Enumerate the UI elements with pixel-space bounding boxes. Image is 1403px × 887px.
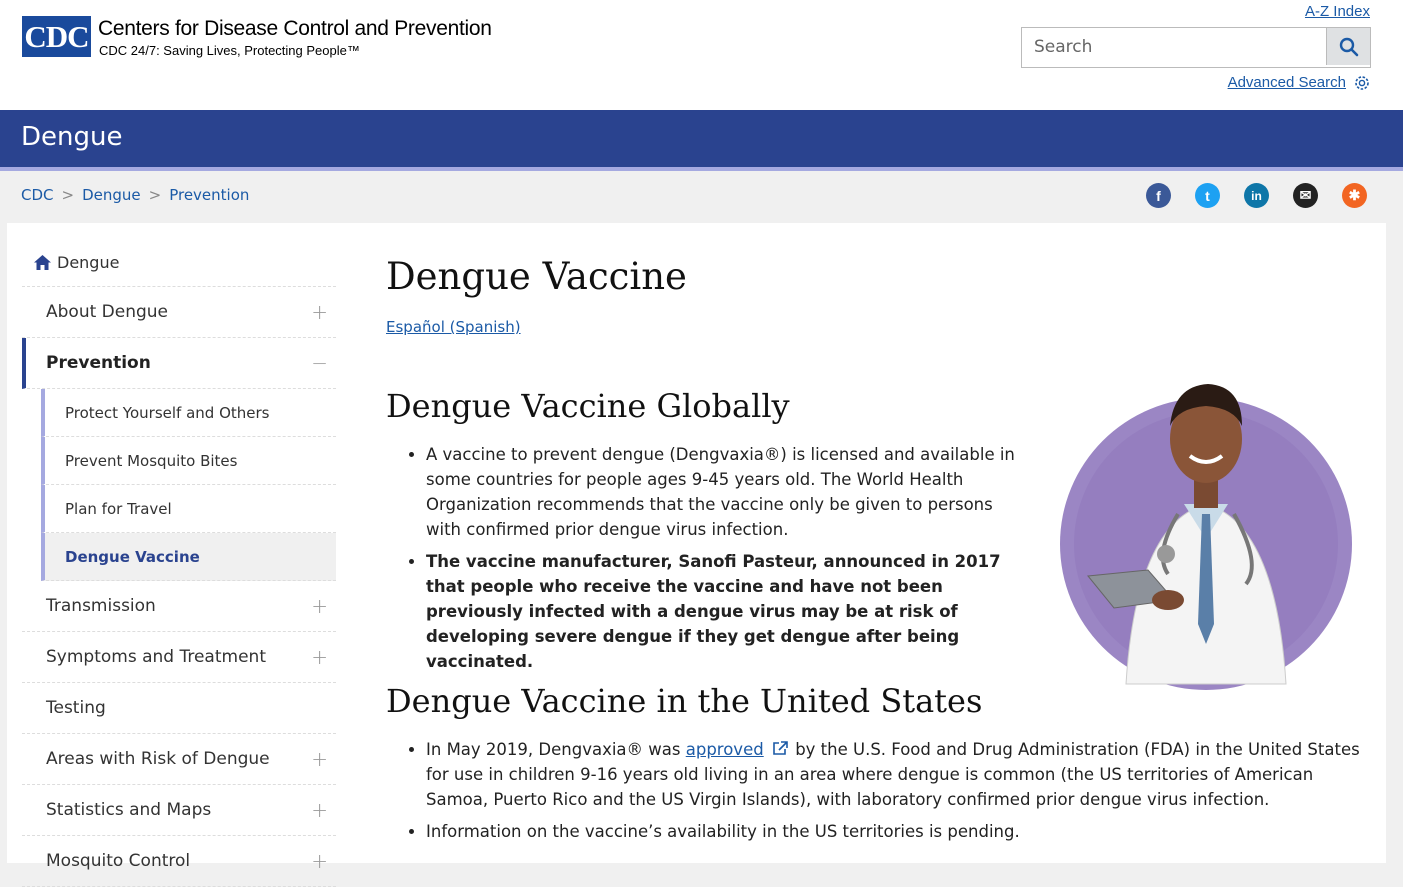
sidebar-subitem-label: Plan for Travel	[65, 499, 172, 518]
search-icon	[1339, 37, 1358, 56]
section-heading-united-states: Dengue Vaccine in the United States	[386, 682, 983, 720]
sidebar-item-about-dengue[interactable]: About Dengue +	[22, 287, 336, 338]
page-title: Dengue Vaccine	[386, 255, 687, 298]
sidebar-home-label: Dengue	[57, 252, 120, 272]
az-index-link[interactable]: A-Z Index	[1305, 3, 1370, 20]
list-item: Information on the vaccine’s availabilit…	[426, 819, 1376, 844]
site-tagline: CDC 24/7: Saving Lives, Protecting Peopl…	[99, 43, 360, 58]
advanced-search-link[interactable]: Advanced Search	[1228, 74, 1346, 91]
search-button[interactable]	[1326, 28, 1370, 65]
section-us-list: In May 2019, Dengvaxia® was approved by …	[386, 737, 1376, 851]
sidebar-subitem-label: Dengue Vaccine	[65, 547, 200, 566]
sidebar-subitem-prevent-mosquito-bites[interactable]: Prevent Mosquito Bites	[41, 437, 336, 485]
home-icon	[34, 254, 51, 270]
doctor-illustration	[1060, 384, 1352, 690]
collapse-icon[interactable]: −	[311, 351, 328, 375]
list-item: A vaccine to prevent dengue (Dengvaxia®)…	[426, 442, 1026, 542]
sidebar-item-label: Prevention	[46, 353, 151, 373]
breadcrumb-row: CDC > Dengue > Prevention f t in ✉ ✱	[0, 171, 1403, 223]
breadcrumb-dengue[interactable]: Dengue	[82, 186, 141, 204]
cdc-logo[interactable]: CDC	[22, 16, 91, 57]
sidebar-item-symptoms-treatment[interactable]: Symptoms and Treatment +	[22, 632, 336, 683]
sidebar-subitem-protect-yourself[interactable]: Protect Yourself and Others	[41, 389, 336, 437]
sidebar-item-label: Symptoms and Treatment	[46, 647, 266, 667]
syndicate-icon[interactable]: ✱	[1342, 183, 1367, 208]
sidebar-item-label: About Dengue	[46, 302, 169, 322]
sidebar-item-areas-risk[interactable]: Areas with Risk of Dengue +	[22, 734, 336, 785]
expand-icon[interactable]: +	[311, 300, 328, 324]
expand-icon[interactable]: +	[311, 645, 328, 669]
spanish-language-link[interactable]: Español (Spanish)	[386, 318, 521, 336]
side-navigation: Dengue About Dengue + Prevention − Prote…	[22, 238, 336, 887]
external-link-icon	[773, 741, 788, 755]
twitter-icon[interactable]: t	[1195, 183, 1220, 208]
expand-icon[interactable]: +	[311, 594, 328, 618]
site-header: CDC Centers for Disease Control and Prev…	[0, 0, 1403, 110]
gear-icon[interactable]	[1353, 74, 1371, 92]
sidebar-item-mosquito-control[interactable]: Mosquito Control +	[22, 836, 336, 887]
breadcrumb-cdc[interactable]: CDC	[21, 186, 54, 204]
breadcrumb: CDC > Dengue > Prevention	[21, 186, 249, 204]
sidebar-item-label: Mosquito Control	[46, 851, 191, 871]
sidebar-item-label: Statistics and Maps	[46, 800, 212, 820]
sidebar-subitem-label: Protect Yourself and Others	[65, 403, 270, 422]
section-globally-list: A vaccine to prevent dengue (Dengvaxia®)…	[386, 442, 1026, 681]
facebook-icon[interactable]: f	[1146, 183, 1171, 208]
expand-icon[interactable]: +	[311, 798, 328, 822]
topic-title[interactable]: Dengue	[21, 122, 122, 152]
sidebar-item-label: Transmission	[46, 596, 156, 616]
site-name[interactable]: Centers for Disease Control and Preventi…	[98, 17, 492, 41]
search-input[interactable]	[1022, 28, 1314, 65]
breadcrumb-separator: >	[61, 186, 75, 204]
sidebar-subitem-plan-for-travel[interactable]: Plan for Travel	[41, 485, 336, 533]
sidebar-item-label: Areas with Risk of Dengue	[46, 749, 270, 769]
sidebar-item-transmission[interactable]: Transmission +	[22, 581, 336, 632]
expand-icon[interactable]: +	[311, 747, 328, 771]
expand-icon[interactable]: +	[311, 849, 328, 873]
email-icon[interactable]: ✉	[1293, 183, 1318, 208]
linkedin-icon[interactable]: in	[1244, 183, 1269, 208]
section-heading-globally: Dengue Vaccine Globally	[386, 387, 790, 425]
sidebar-subitem-dengue-vaccine[interactable]: Dengue Vaccine	[41, 533, 336, 581]
list-item: In May 2019, Dengvaxia® was approved by …	[426, 737, 1376, 812]
list-item: The vaccine manufacturer, Sanofi Pasteur…	[426, 549, 1026, 674]
approved-link[interactable]: approved	[686, 740, 764, 759]
sidebar-subitem-label: Prevent Mosquito Bites	[65, 451, 238, 470]
sidebar-item-prevention[interactable]: Prevention −	[22, 338, 336, 389]
search-box	[1021, 27, 1371, 68]
sidebar-item-home[interactable]: Dengue	[22, 238, 336, 287]
sidebar-item-label: Testing	[46, 698, 106, 718]
topic-title-bar: Dengue	[0, 110, 1403, 171]
list-item-text: In May 2019, Dengvaxia® was	[426, 740, 686, 759]
sidebar-item-testing[interactable]: Testing	[22, 683, 336, 734]
breadcrumb-separator: >	[148, 186, 162, 204]
breadcrumb-prevention[interactable]: Prevention	[169, 186, 249, 204]
sidebar-item-statistics-maps[interactable]: Statistics and Maps +	[22, 785, 336, 836]
